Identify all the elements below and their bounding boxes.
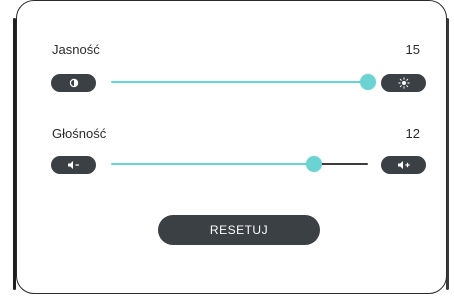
volume-value: 12 — [405, 126, 420, 141]
volume-track-fill — [111, 163, 315, 165]
volume-slider-thumb[interactable] — [306, 156, 323, 172]
brightness-decrease-button[interactable] — [51, 74, 96, 92]
brightness-increase-button[interactable] — [381, 74, 426, 92]
settings-panel: Jasność 15 Głośność 12 RESETUJ — [16, 0, 447, 294]
volume-up-icon — [397, 160, 411, 170]
sun-icon — [397, 77, 410, 89]
volume-label: Głośność — [52, 126, 107, 141]
volume-decrease-button[interactable] — [51, 156, 96, 174]
volume-increase-button[interactable] — [381, 156, 426, 174]
brightness-value: 15 — [405, 42, 420, 57]
reset-button[interactable]: RESETUJ — [158, 215, 320, 245]
brightness-track-fill — [111, 81, 368, 83]
contrast-icon — [69, 78, 79, 88]
volume-track-rest — [314, 163, 368, 165]
volume-down-icon — [67, 160, 81, 170]
brightness-label: Jasność — [52, 42, 100, 57]
brightness-slider-thumb[interactable] — [360, 74, 376, 90]
